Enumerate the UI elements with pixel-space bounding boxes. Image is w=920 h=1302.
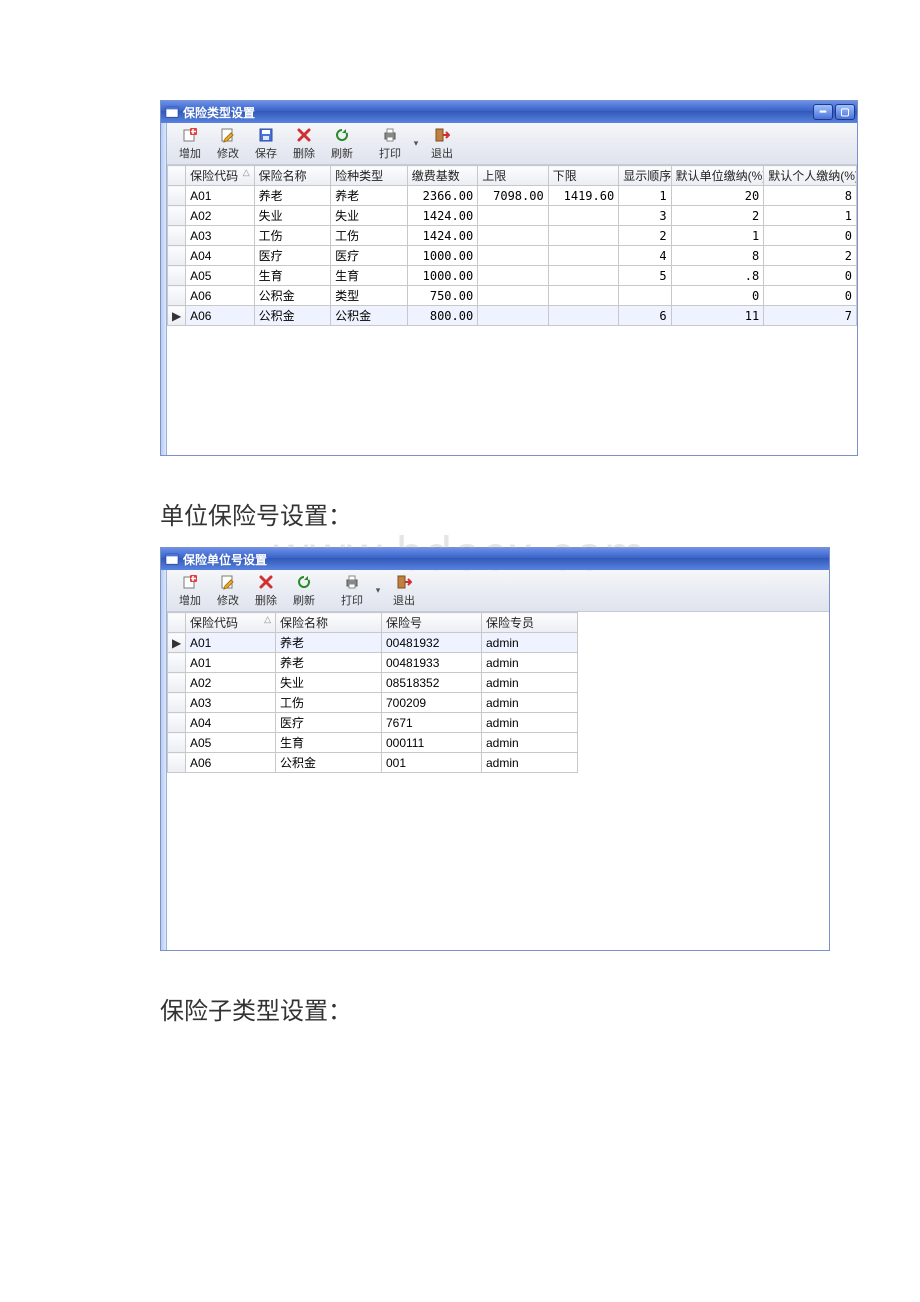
table-row[interactable]: A06公积金001admin [168, 753, 578, 773]
exit-icon [433, 126, 451, 144]
table-row[interactable]: A02失业08518352admin [168, 673, 578, 693]
col-unit-pct[interactable]: 默认单位缴纳(%) [671, 166, 764, 186]
table-row[interactable]: A05生育000111admin [168, 733, 578, 753]
table-row[interactable]: A01养老00481933admin [168, 653, 578, 673]
exit-button[interactable]: 退出 [387, 573, 421, 608]
app-icon [165, 105, 179, 119]
delete-button[interactable]: 删除 [249, 573, 283, 608]
window-title: 保险单位号设置 [183, 551, 827, 568]
add-icon [181, 573, 199, 591]
col-name[interactable]: 保险名称 [254, 166, 331, 186]
delete-icon [295, 126, 313, 144]
print-dropdown[interactable]: ▾ [373, 572, 383, 610]
edit-button[interactable]: 修改 [211, 126, 245, 161]
table-row[interactable]: A06公积金类型750.0000 [168, 286, 857, 306]
refresh-icon [295, 573, 313, 591]
col-admin[interactable]: 保险专员 [482, 613, 578, 633]
edit-icon [219, 573, 237, 591]
table-row[interactable]: A03工伤工伤1424.00210 [168, 226, 857, 246]
table-row[interactable]: A03工伤700209admin [168, 693, 578, 713]
add-button[interactable]: 增加 [173, 126, 207, 161]
col-base[interactable]: 缴费基数 [407, 166, 478, 186]
maximize-button[interactable]: ▢ [835, 104, 855, 120]
col-no[interactable]: 保险号 [382, 613, 482, 633]
titlebar[interactable]: 保险类型设置 ━ ▢ [161, 101, 857, 123]
print-button[interactable]: 打印 [335, 573, 369, 608]
row-marker-header [168, 166, 186, 186]
minimize-button[interactable]: ━ [813, 104, 833, 120]
add-button[interactable]: 增加 [173, 573, 207, 608]
table-row[interactable]: A04医疗医疗1000.00482 [168, 246, 857, 266]
exit-icon [395, 573, 413, 591]
col-name[interactable]: 保险名称 [276, 613, 382, 633]
edit-button[interactable]: 修改 [211, 573, 245, 608]
edit-icon [219, 126, 237, 144]
col-low[interactable]: 下限 [548, 166, 619, 186]
refresh-button[interactable]: 刷新 [325, 126, 359, 161]
window-insurance-unit-no: 保险单位号设置 增加 修改 [160, 547, 830, 951]
table-row[interactable]: ▶A06公积金公积金800.006117 [168, 306, 857, 326]
print-button[interactable]: 打印 [373, 126, 407, 161]
titlebar[interactable]: 保险单位号设置 [161, 548, 829, 570]
table-row[interactable]: A05生育生育1000.005.80 [168, 266, 857, 286]
table-row[interactable]: A02失业失业1424.00321 [168, 206, 857, 226]
table-row[interactable]: ▶A01养老00481932admin [168, 633, 578, 653]
window-insurance-type: 保险类型设置 ━ ▢ 增加 修改 [160, 100, 858, 456]
save-button[interactable]: 保存 [249, 126, 283, 161]
print-icon [343, 573, 361, 591]
col-high[interactable]: 上限 [478, 166, 549, 186]
delete-button[interactable]: 删除 [287, 126, 321, 161]
col-order[interactable]: 显示顺序 [619, 166, 671, 186]
save-icon [257, 126, 275, 144]
col-type[interactable]: 险种类型 [331, 166, 408, 186]
app-icon [165, 552, 179, 566]
delete-icon [257, 573, 275, 591]
grid-insurance-unit-no[interactable]: 保险代码 保险名称 保险号 保险专员 ▶A01养老00481932adminA0… [167, 612, 829, 950]
table-row[interactable]: A04医疗7671admin [168, 713, 578, 733]
col-person-pct[interactable]: 默认个人缴纳(%) [764, 166, 857, 186]
table-row[interactable]: A01养老养老2366.007098.001419.601208 [168, 186, 857, 206]
col-code[interactable]: 保险代码 [186, 166, 254, 186]
toolbar: 增加 修改 删除 刷新 [167, 570, 829, 612]
print-icon [381, 126, 399, 144]
print-dropdown[interactable]: ▾ [411, 125, 421, 163]
window-title: 保险类型设置 [183, 104, 813, 121]
col-code[interactable]: 保险代码 [186, 613, 276, 633]
refresh-icon [333, 126, 351, 144]
exit-button[interactable]: 退出 [425, 126, 459, 161]
toolbar: 增加 修改 保存 删除 [167, 123, 857, 165]
caption-sub-type: 保险子类型设置： [160, 991, 920, 1026]
refresh-button[interactable]: 刷新 [287, 573, 321, 608]
grid-insurance-type[interactable]: 保险代码 保险名称 险种类型 缴费基数 上限 下限 显示顺序 默认单位缴纳(%)… [167, 165, 857, 455]
row-marker-header [168, 613, 186, 633]
caption-unit-no: 单位保险号设置： [160, 496, 920, 531]
add-icon [181, 126, 199, 144]
